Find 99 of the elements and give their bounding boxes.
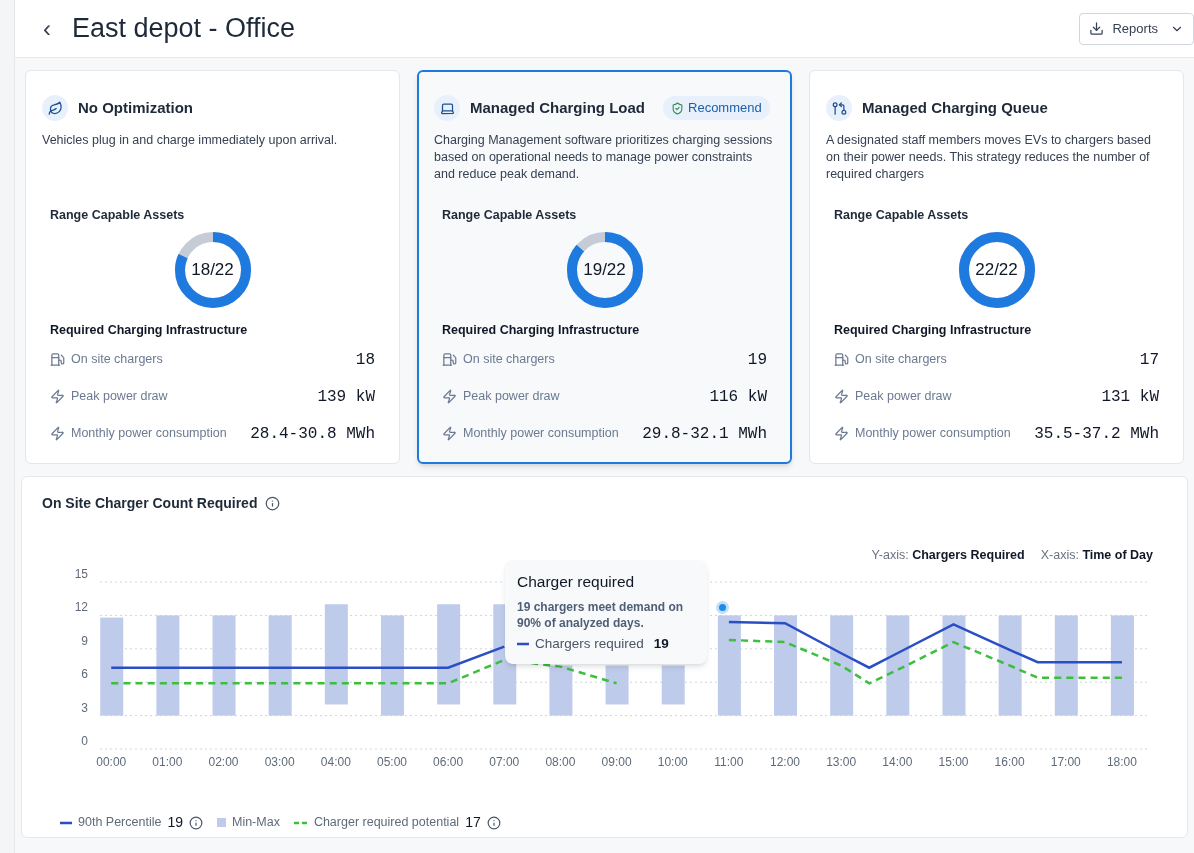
tooltip-value: 19 xyxy=(653,634,669,653)
leaf-icon xyxy=(42,95,68,121)
y-tick-label: 3 xyxy=(81,700,88,715)
axis-label: X-axis: Time of Day xyxy=(1040,546,1153,564)
x-tick-label: 09:00 xyxy=(601,755,632,770)
metric-label: Monthly power consumption xyxy=(855,425,1011,443)
metric-label: On site chargers xyxy=(71,351,163,369)
y-tick-label: 6 xyxy=(81,667,88,682)
charger-icon xyxy=(834,352,849,367)
x-tick-label: 08:00 xyxy=(545,755,576,770)
x-tick-label: 04:00 xyxy=(320,755,351,770)
x-tick-label: 10:00 xyxy=(657,755,688,770)
x-tick-label: 00:00 xyxy=(96,755,127,770)
x-tick-label: 01:00 xyxy=(152,755,183,770)
bolt-icon xyxy=(834,426,849,441)
metric-value: 19 xyxy=(747,349,767,371)
bolt-icon xyxy=(442,389,457,404)
x-tick-label: 13:00 xyxy=(826,755,857,770)
metric-label: On site chargers xyxy=(463,351,555,369)
info-icon[interactable] xyxy=(265,495,281,511)
min-max-bar xyxy=(549,665,573,716)
x-tick-label: 15:00 xyxy=(938,755,969,770)
metric-value: 116 kW xyxy=(709,386,767,408)
legend-value: 19 xyxy=(167,813,183,833)
info-icon[interactable] xyxy=(486,815,501,830)
card-description: A designated staff members moves EVs to chargers based on their power needs. This strategy reduces the number of required chargers xyxy=(826,132,1152,183)
bolt-icon xyxy=(50,389,65,404)
y-tick-label: 15 xyxy=(74,567,88,582)
legend-value: 17 xyxy=(465,813,481,833)
card-description: Vehicles plug in and charge immediately upon arrival. xyxy=(42,132,339,149)
donut-value: 22/22 xyxy=(975,259,1018,280)
metric-value: 18 xyxy=(355,349,375,371)
metric-value: 139 kW xyxy=(317,386,375,408)
metric-value: 131 kW xyxy=(1101,386,1159,408)
donut-value: 18/22 xyxy=(191,259,234,280)
metric-label: Peak power draw xyxy=(71,388,168,406)
x-tick-label: 16:00 xyxy=(994,755,1025,770)
branch-arrows-icon xyxy=(826,95,852,121)
line-swatch-icon xyxy=(60,820,72,825)
legend-label: 90th Percentile xyxy=(78,814,162,832)
page-title: East depot - Office xyxy=(72,12,296,46)
range-swatch-icon xyxy=(216,818,226,828)
line-swatch-icon xyxy=(517,641,529,646)
metric-value: 17 xyxy=(1139,349,1159,371)
x-tick-label: 12:00 xyxy=(770,755,801,770)
metric-label: Monthly power consumption xyxy=(463,425,619,443)
metric-label: Monthly power consumption xyxy=(71,425,227,443)
metric-value: 28.4-30.8 MWh xyxy=(250,423,375,445)
download-icon xyxy=(1089,21,1105,36)
y-tick-label: 12 xyxy=(74,600,88,615)
donut-value: 19/22 xyxy=(583,259,626,280)
y-tick-label: 0 xyxy=(81,734,88,749)
x-tick-label: 17:00 xyxy=(1050,755,1081,770)
card-title: Managed Charging Load xyxy=(470,97,645,118)
metric-value: 35.5-37.2 MWh xyxy=(1034,423,1159,445)
reports-button[interactable]: Reports xyxy=(1079,12,1194,45)
strategy-card[interactable] xyxy=(417,70,792,464)
metric-label: Peak power draw xyxy=(463,388,560,406)
axis-label: Y-axis: Chargers Required xyxy=(871,546,1025,564)
card-description: Charging Management software prioritizes charging sessions based on operational needs to manage power constraints and reduce peak demand. xyxy=(434,132,774,183)
legend-label: Charger required potential xyxy=(313,814,460,832)
x-tick-label: 11:00 xyxy=(714,755,744,770)
chart-title: On Site Charger Count Required xyxy=(42,493,258,513)
bolt-icon xyxy=(834,389,849,404)
charger-icon xyxy=(50,352,65,367)
section-label: Range Capable Assets xyxy=(442,207,578,224)
legend-label: Min-Max xyxy=(231,814,280,832)
x-tick-label: 03:00 xyxy=(264,755,295,770)
info-icon[interactable] xyxy=(188,815,203,830)
x-tick-label: 07:00 xyxy=(489,755,520,770)
x-tick-label: 06:00 xyxy=(433,755,464,770)
card-title: Managed Charging Queue xyxy=(862,97,1048,118)
tooltip-text: 19 chargers meet demand on 90% of analyzed days. xyxy=(517,598,685,631)
metric-value: 29.8-32.1 MWh xyxy=(642,423,767,445)
section-label: Required Charging Infrastructure xyxy=(442,321,641,339)
x-tick-label: 14:00 xyxy=(882,755,913,770)
tooltip-title: Charger required xyxy=(517,572,636,593)
x-tick-label: 18:00 xyxy=(1106,755,1137,770)
x-tick-label: 05:00 xyxy=(376,755,407,770)
section-label: Required Charging Infrastructure xyxy=(834,321,1033,339)
charger-icon xyxy=(442,352,457,367)
x-tick-label: 02:00 xyxy=(208,755,239,770)
tooltip-series-label: Chargers required xyxy=(535,634,644,653)
dashed-swatch-icon xyxy=(293,820,308,825)
section-label: Range Capable Assets xyxy=(834,207,970,224)
min-max-bar xyxy=(661,665,685,705)
section-label: Range Capable Assets xyxy=(50,207,186,224)
y-tick-label: 9 xyxy=(81,634,88,649)
laptop-icon xyxy=(434,95,460,121)
hover-point-icon xyxy=(716,601,729,615)
card-title: No Optimization xyxy=(78,97,193,118)
metric-label: Peak power draw xyxy=(855,388,952,406)
recommend-badge: Recommend xyxy=(663,96,770,120)
back-button[interactable]: ‹ xyxy=(35,16,59,41)
metric-label: On site chargers xyxy=(855,351,947,369)
bolt-icon xyxy=(50,426,65,441)
bolt-icon xyxy=(442,426,457,441)
min-max-bar xyxy=(605,665,629,705)
section-label: Required Charging Infrastructure xyxy=(50,321,249,339)
